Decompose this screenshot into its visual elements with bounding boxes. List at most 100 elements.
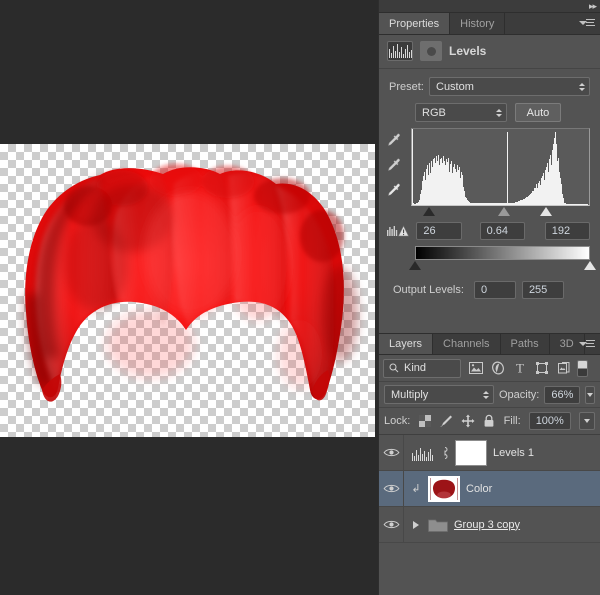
tab-properties[interactable]: Properties (379, 13, 451, 34)
layer-mask-icon[interactable] (420, 41, 442, 61)
tab-channels[interactable]: Channels (433, 334, 501, 354)
filter-toggle-switch[interactable] (577, 359, 588, 377)
output-level-sliders (409, 261, 596, 273)
layers-panel-menu-icon[interactable] (579, 339, 595, 350)
layer-visibility-toggle[interactable] (379, 435, 404, 470)
smart-object-filter-icon[interactable] (553, 358, 575, 378)
tab-paths-label: Paths (510, 338, 539, 350)
input-level-sliders (411, 207, 590, 219)
shape-layer-filter-icon[interactable] (531, 358, 553, 378)
lock-position-icon[interactable] (461, 414, 475, 429)
fill-dropdown-button[interactable] (578, 412, 596, 430)
input-shadow-value: 26 (423, 225, 436, 237)
preset-row: Preset: Custom (379, 69, 600, 96)
output-black-value: 0 (480, 284, 488, 296)
output-levels-label: Output Levels: (393, 284, 464, 296)
layer-visibility-toggle[interactable] (379, 507, 404, 542)
input-highlight-field[interactable]: 192 (544, 222, 591, 240)
output-black-field[interactable]: 0 (473, 281, 516, 299)
channel-value: RGB (422, 106, 446, 119)
lock-row: Lock: Fill: 100% (379, 408, 600, 435)
output-gradient-bar[interactable] (415, 246, 590, 260)
histogram-warning-icon[interactable] (385, 224, 410, 238)
tab-3d-label: 3D (559, 338, 574, 350)
lock-transparency-icon[interactable] (418, 414, 431, 429)
folder-icon (428, 517, 448, 533)
levels-thumbnail-icon[interactable] (410, 441, 434, 465)
tab-layers[interactable]: Layers (379, 334, 434, 354)
lock-image-pixels-icon[interactable] (439, 414, 453, 429)
levels-histogram[interactable] (411, 128, 590, 206)
histogram-bars (412, 129, 589, 205)
layer-thumbnail[interactable] (428, 475, 460, 502)
fill-field[interactable]: 100% (528, 412, 571, 430)
input-highlight-value: 192 (551, 225, 571, 237)
blend-mode-value: Multiply (391, 388, 429, 401)
layer-filter-kind-select[interactable]: Kind (383, 358, 461, 378)
input-white-handle[interactable] (539, 207, 552, 216)
tab-layers-label: Layers (389, 338, 423, 350)
opacity-label: Opacity: (499, 388, 540, 401)
opacity-field[interactable]: 66% (544, 385, 581, 404)
input-gamma-handle[interactable] (498, 207, 511, 216)
properties-panel-menu-icon[interactable] (579, 18, 595, 29)
tab-paths[interactable]: Paths (500, 334, 550, 354)
eyedropper-group (385, 128, 411, 219)
blend-mode-row: Multiply Opacity: 66% (379, 382, 600, 408)
input-black-handle[interactable] (423, 207, 436, 216)
layers-tabbar: Layers Channels Paths 3D (379, 333, 600, 355)
blend-mode-select[interactable]: Multiply (384, 385, 494, 404)
preset-select[interactable]: Custom (429, 77, 590, 96)
canvas-transparency-background[interactable] (0, 144, 375, 437)
preset-label: Preset: (389, 80, 424, 93)
auto-button[interactable]: Auto (515, 103, 561, 122)
layers-panel: Kind T Multiply Opacity: 66% Lock: Fill:… (379, 355, 600, 543)
eye-icon (383, 484, 399, 493)
output-white-handle[interactable] (584, 261, 596, 270)
adjustment-layer-filter-icon[interactable] (487, 358, 509, 378)
channel-select[interactable]: RGB (415, 103, 507, 122)
layer-name[interactable]: Levels 1 (493, 447, 534, 459)
levels-histogram-icon[interactable] (387, 41, 413, 61)
page-title: Levels (449, 44, 487, 58)
properties-tabbar: Properties History (379, 13, 600, 35)
tab-history[interactable]: History (450, 13, 506, 34)
eyedropper-white-point-icon[interactable] (385, 182, 403, 200)
dock-collapse-bar[interactable]: ▸▸ (379, 0, 600, 13)
output-white-field[interactable]: 255 (521, 281, 564, 299)
output-white-value: 255 (528, 284, 548, 296)
opacity-dropdown-button[interactable] (585, 385, 595, 404)
properties-footer-space (379, 299, 600, 333)
table-row[interactable]: Levels 1 (379, 435, 600, 471)
eyedropper-gray-point-icon[interactable] (385, 157, 403, 175)
auto-button-label: Auto (526, 106, 550, 119)
input-shadow-field[interactable]: 26 (416, 222, 462, 240)
disclosure-triangle-icon[interactable] (410, 520, 422, 529)
table-row[interactable]: Group 3 copy (379, 507, 600, 543)
histogram-block (379, 122, 600, 219)
double-chevron-right-icon[interactable]: ▸▸ (589, 2, 597, 11)
layer-name[interactable]: Group 3 copy (454, 519, 520, 531)
layer-mask-thumbnail[interactable] (455, 439, 487, 466)
layer-name[interactable]: Color (466, 483, 492, 495)
output-black-handle[interactable] (409, 261, 421, 270)
layer-content[interactable]: Group 3 copy (404, 517, 600, 533)
input-midtone-value: 0.64 (486, 225, 508, 237)
clipping-mask-arrow-icon: ↲ (411, 483, 421, 495)
layer-content[interactable]: ↲ Color (404, 475, 600, 502)
right-dock: ▸▸ Properties History Levels Preset: Cus… (378, 0, 600, 595)
eyedropper-black-point-icon[interactable] (385, 132, 403, 150)
opacity-value: 66% (551, 388, 574, 401)
tab-channels-label: Channels (443, 338, 490, 350)
type-layer-filter-icon[interactable]: T (509, 358, 531, 378)
mask-link-icon[interactable] (440, 446, 449, 460)
lock-all-icon[interactable] (483, 414, 496, 429)
layer-content[interactable]: Levels 1 (404, 439, 600, 466)
input-midtone-field[interactable]: 0.64 (479, 222, 525, 240)
table-row[interactable]: ↲ Color (379, 471, 600, 507)
document-area (0, 0, 378, 595)
layer-visibility-toggle[interactable] (379, 471, 404, 506)
pixel-layer-filter-icon[interactable] (465, 358, 487, 378)
properties-header: Levels (379, 35, 600, 69)
layer-list: Levels 1 ↲ Color Group 3 copy (379, 435, 600, 543)
